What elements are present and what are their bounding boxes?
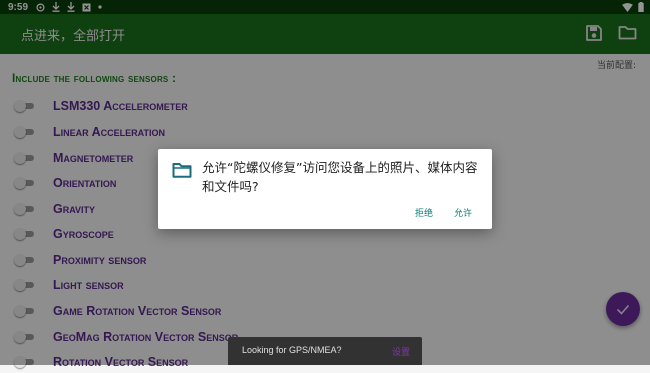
snackbar: Looking for GPS/NMEA? 设置 <box>228 337 422 365</box>
deny-button[interactable]: 拒绝 <box>415 206 433 219</box>
dialog-message: 允许“陀螺仪修复”访问您设备上的照片、媒体内容和文件吗? <box>202 160 478 194</box>
snackbar-text: Looking for GPS/NMEA? <box>242 345 342 355</box>
permission-dialog: 允许“陀螺仪修复”访问您设备上的照片、媒体内容和文件吗? 拒绝 允许 <box>158 149 492 229</box>
allow-button[interactable]: 允许 <box>454 206 472 219</box>
folder-icon <box>172 163 192 178</box>
snackbar-action-button[interactable]: 设置 <box>392 345 410 358</box>
